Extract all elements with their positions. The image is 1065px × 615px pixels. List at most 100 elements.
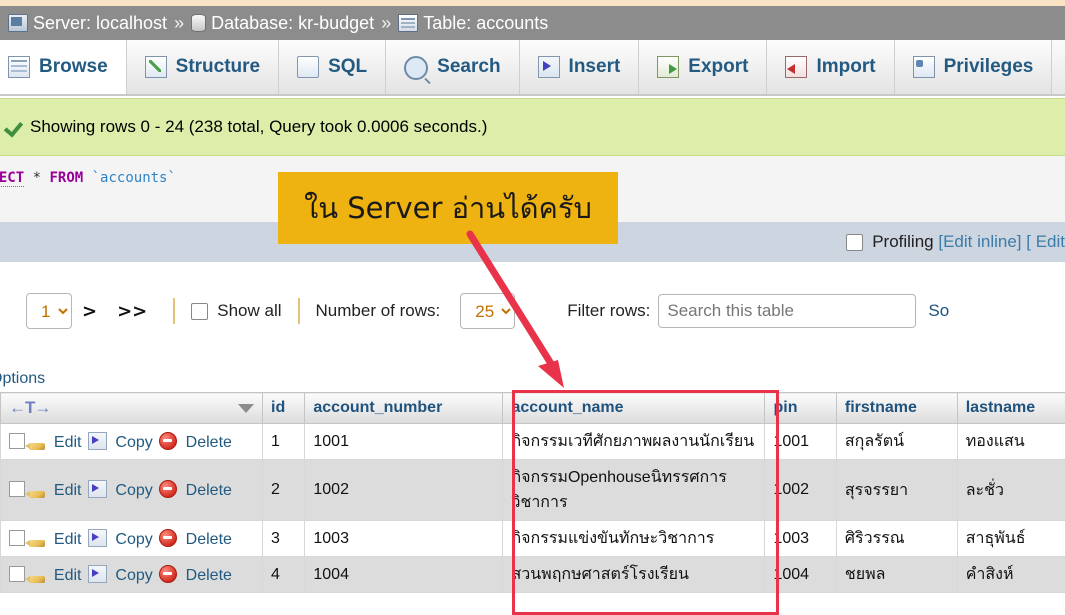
copy-link[interactable]: Copy bbox=[115, 567, 152, 584]
table-row[interactable]: Edit Copy Delete 1 1001 กิจกรรมเวทีศักยภ… bbox=[0, 423, 1065, 460]
table-row[interactable]: Edit Copy Delete 4 1004 สวนพฤกษศาสตร์โรง… bbox=[0, 556, 1065, 593]
table-icon bbox=[398, 14, 419, 32]
delete-link[interactable]: Delete bbox=[186, 531, 232, 548]
database-icon bbox=[191, 14, 207, 32]
table-header-row: ←T→ id account_number account_name pin f… bbox=[0, 392, 1065, 424]
rows-per-page-select[interactable]: 25 bbox=[460, 293, 516, 329]
copy-icon bbox=[87, 431, 107, 450]
cell-lastname: สาธุพันธ์ bbox=[956, 520, 1065, 557]
header-account-number[interactable]: account_number bbox=[304, 392, 504, 424]
copy-link[interactable]: Copy bbox=[115, 482, 152, 499]
insert-icon bbox=[537, 56, 560, 78]
header-account-name[interactable]: account_name bbox=[502, 392, 766, 424]
divider-1 bbox=[173, 298, 176, 324]
tab-browse-label: Browse bbox=[39, 56, 108, 77]
filter-rows-input[interactable] bbox=[658, 294, 917, 328]
cell-id: 2 bbox=[261, 459, 306, 521]
cell-lastname: คำสิงห์ bbox=[956, 556, 1065, 593]
edit-icon bbox=[25, 491, 46, 498]
show-all-checkbox[interactable] bbox=[191, 302, 209, 320]
breadcrumb-separator-1: » bbox=[174, 12, 185, 33]
phpmyadmin-page: Server: localhost » Database: kr-budget … bbox=[0, 0, 1065, 615]
cell-account-name: กิจกรรมOpenhouseนิทรรศการวิชาการ bbox=[502, 459, 766, 521]
tab-export-label: Export bbox=[688, 56, 749, 77]
edit-link[interactable]: [ Edit bbox=[1026, 232, 1065, 252]
query-result-notice: Showing rows 0 - 24 (238 total, Query to… bbox=[0, 98, 1065, 156]
breadcrumb-separator-2: » bbox=[381, 12, 392, 33]
chevron-down-icon[interactable] bbox=[238, 403, 254, 413]
delete-link[interactable]: Delete bbox=[186, 434, 232, 451]
tab-import-label: Import bbox=[816, 56, 876, 77]
edit-inline-link[interactable]: [Edit inline] bbox=[938, 232, 1021, 252]
annotation-callout: ใน Server อ่านได้ครับ bbox=[278, 172, 618, 244]
edit-link[interactable]: Edit bbox=[54, 567, 82, 584]
breadcrumb-database[interactable]: Database: kr-budget bbox=[211, 13, 374, 34]
search-icon bbox=[404, 56, 429, 80]
cell-id: 4 bbox=[261, 556, 306, 593]
row-actions-cell: Edit Copy Delete bbox=[0, 556, 263, 593]
row-actions-cell: Edit Copy Delete bbox=[0, 423, 263, 460]
cell-pin: 1004 bbox=[764, 556, 837, 593]
main-tab-bar: Browse Structure SQL Search Insert Expor… bbox=[0, 40, 1065, 96]
tab-import[interactable]: Import bbox=[767, 40, 895, 94]
show-all-label: Show all bbox=[217, 301, 282, 320]
options-link[interactable]: Options bbox=[0, 370, 45, 388]
tab-sql[interactable]: SQL bbox=[279, 40, 387, 94]
cell-account-name: กิจกรรมเวทีศักยภาพผลงานนักเรียน bbox=[502, 423, 766, 460]
copy-icon bbox=[87, 480, 107, 498]
number-of-rows-label: Number of rows: bbox=[315, 301, 441, 320]
tab-search-label: Search bbox=[437, 56, 501, 77]
next-page-button[interactable]: > bbox=[82, 301, 97, 322]
cell-firstname: สุรจรรยา bbox=[835, 459, 958, 521]
header-firstname[interactable]: firstname bbox=[835, 392, 958, 424]
breadcrumb-table[interactable]: Table: accounts bbox=[423, 13, 548, 34]
row-select-checkbox[interactable] bbox=[9, 481, 25, 497]
tab-insert-label: Insert bbox=[568, 56, 621, 77]
tab-insert[interactable]: Insert bbox=[519, 40, 640, 94]
controls-divider bbox=[0, 360, 1065, 362]
delete-link[interactable]: Delete bbox=[186, 567, 232, 584]
divider-2 bbox=[297, 298, 300, 324]
sql-keyword-select: ELECT bbox=[0, 170, 25, 187]
cell-firstname: ชยพล bbox=[835, 556, 958, 593]
table-body: Edit Copy Delete 1 1001 กิจกรรมเวทีศักยภ… bbox=[0, 423, 1065, 593]
tab-privileges[interactable]: Privileges bbox=[894, 40, 1053, 94]
tab-structure[interactable]: Structure bbox=[126, 40, 280, 94]
table-row[interactable]: Edit Copy Delete 2 1002 กิจกรรมOpenhouse… bbox=[0, 459, 1065, 521]
edit-link[interactable]: Edit bbox=[54, 434, 82, 451]
edit-icon bbox=[25, 442, 46, 450]
tab-privileges-label: Privileges bbox=[943, 56, 1034, 77]
tab-browse[interactable]: Browse bbox=[0, 40, 127, 94]
server-icon bbox=[8, 14, 28, 32]
success-check-icon bbox=[4, 117, 24, 137]
cell-account-number: 1003 bbox=[304, 520, 504, 557]
last-page-button[interactable]: >> bbox=[117, 301, 147, 322]
profiling-checkbox[interactable] bbox=[846, 233, 864, 251]
row-select-checkbox[interactable] bbox=[9, 529, 25, 546]
copy-link[interactable]: Copy bbox=[115, 531, 152, 548]
page-select[interactable]: 1 bbox=[26, 293, 72, 329]
breadcrumb-server[interactable]: Server: localhost bbox=[33, 13, 167, 34]
table-row[interactable]: Edit Copy Delete 3 1003 กิจกรรมแข่งขันทั… bbox=[0, 520, 1065, 557]
row-select-checkbox[interactable] bbox=[9, 432, 25, 449]
header-pin[interactable]: pin bbox=[764, 392, 837, 424]
delete-link[interactable]: Delete bbox=[186, 482, 232, 499]
tab-sql-label: SQL bbox=[328, 56, 368, 77]
row-select-checkbox[interactable] bbox=[9, 565, 25, 582]
delete-icon bbox=[159, 480, 178, 498]
copy-link[interactable]: Copy bbox=[115, 434, 152, 451]
cell-pin: 1003 bbox=[764, 520, 837, 557]
header-id[interactable]: id bbox=[261, 392, 306, 424]
edit-link[interactable]: Edit bbox=[54, 482, 82, 499]
tab-search[interactable]: Search bbox=[386, 40, 520, 94]
delete-icon bbox=[159, 564, 178, 583]
edit-icon bbox=[25, 575, 46, 583]
profiling-label: Profiling bbox=[872, 232, 934, 251]
triangle-arrow-icon[interactable]: ←T→ bbox=[9, 398, 51, 418]
copy-icon bbox=[87, 564, 107, 583]
header-lastname[interactable]: lastname bbox=[956, 392, 1065, 424]
tab-export[interactable]: Export bbox=[639, 40, 768, 94]
edit-link[interactable]: Edit bbox=[54, 531, 82, 548]
results-table: ←T→ id account_number account_name pin f… bbox=[0, 392, 1065, 593]
row-actions-cell: Edit Copy Delete bbox=[0, 520, 263, 557]
